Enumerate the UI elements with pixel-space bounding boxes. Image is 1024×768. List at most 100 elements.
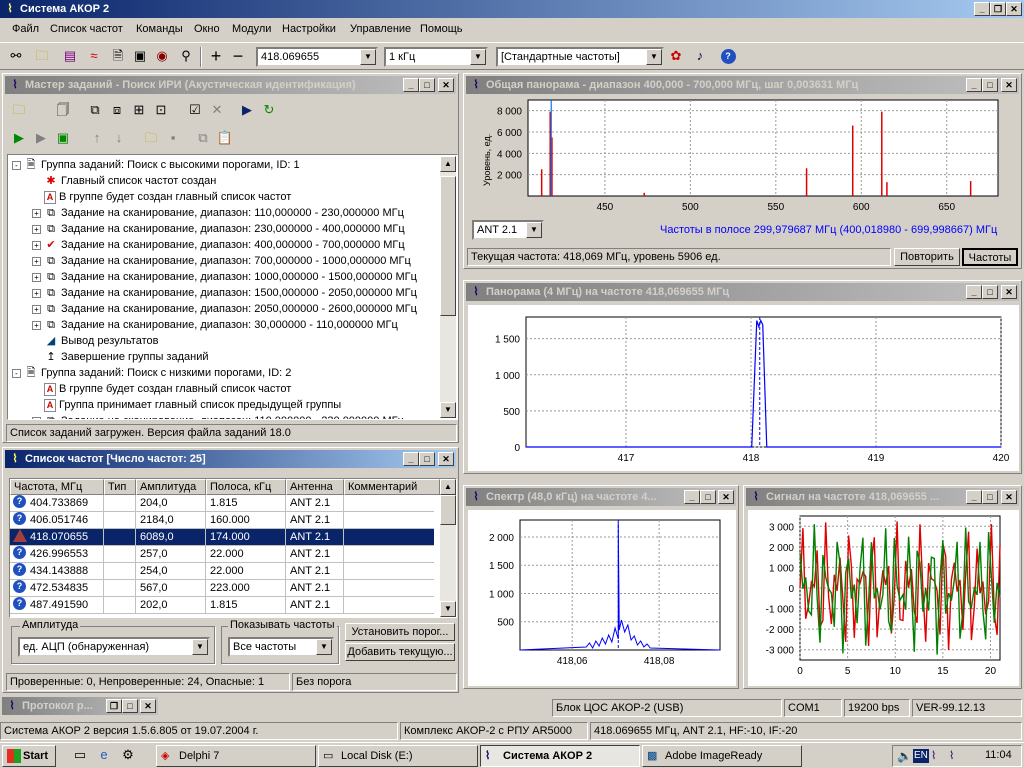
tree-item[interactable]: AВ группе будет создан главный список ча… xyxy=(32,189,291,205)
tray-app-icon[interactable]: ⌇ xyxy=(931,749,936,762)
pano4-chart[interactable]: 0 500 1 000 1 500 417 418 419 420 xyxy=(468,305,1019,471)
expand-icon[interactable]: + xyxy=(32,208,41,218)
table-row[interactable]: ? 487.491590 202,0 1.815 ANT 2.1 xyxy=(10,597,434,614)
scroll-up-button[interactable]: ▲ xyxy=(440,479,456,495)
tree-item[interactable]: + ⧉ Задание на сканирование, диапазон: 110… xyxy=(32,205,404,221)
tree-item[interactable]: ↥ Завершение группы заданий xyxy=(32,349,208,365)
tree-item[interactable]: + ⧉ Задание на сканирование, диапазон: 100… xyxy=(32,269,417,285)
properties-icon[interactable]: ☑ xyxy=(185,100,205,120)
minimize-button[interactable]: _ xyxy=(974,2,990,16)
spectrum-chart[interactable]: 500 1 000 1 500 2 000 418,06 418,08 xyxy=(468,510,736,686)
maximize-button[interactable]: □ xyxy=(419,78,435,92)
amp-combo[interactable]: ед. АЦП (обнаруженная) ▼ xyxy=(18,637,210,657)
monitor-icon[interactable]: ▣ xyxy=(130,46,150,66)
grid-scrollbar[interactable]: ▲ ▼ xyxy=(440,479,456,617)
taskbar-local-disk[interactable]: ▭ Local Disk (E:) xyxy=(318,745,478,767)
tree-item[interactable]: + ⧉ Задание на сканирование, диапазон: 700… xyxy=(32,253,411,269)
frequency-combo[interactable]: 418.069655 ▼ xyxy=(256,47,378,67)
tree-item[interactable]: + ⧉ Задание на сканирование, диапазон: 150… xyxy=(32,285,417,301)
app-shortcut-icon[interactable]: ⚙ xyxy=(118,745,138,765)
tree-item[interactable]: AВ группе будет создан главный список ча… xyxy=(32,381,291,397)
chevron-down-icon[interactable]: ▼ xyxy=(526,222,542,238)
step-icon[interactable]: ▶ xyxy=(31,128,51,148)
tree-icon[interactable]: ⧈ xyxy=(107,100,127,120)
help-icon[interactable]: ? xyxy=(718,46,738,66)
tree-item[interactable]: + ✔ Задание на сканирование, диапазон: 400… xyxy=(32,237,405,253)
expand-icon[interactable]: + xyxy=(32,224,41,234)
freq-set-combo[interactable]: [Стандартные частоты] ▼ xyxy=(496,47,664,67)
volume-icon[interactable]: 🔈 xyxy=(897,749,912,763)
grid-column-header[interactable]: Амплитуда xyxy=(136,479,206,495)
minimize-button[interactable]: _ xyxy=(403,452,419,466)
browser-icon[interactable]: e xyxy=(94,745,114,765)
document-icon[interactable]: 🗎 xyxy=(108,46,128,66)
menu-item[interactable]: Команды xyxy=(136,23,183,35)
expand-icon[interactable]: + xyxy=(32,320,41,330)
scroll-down-button[interactable]: ▼ xyxy=(440,402,456,418)
table-row[interactable]: ? 472.534835 567,0 223.000 ANT 2.1 xyxy=(10,580,434,597)
arrow-down-icon[interactable]: ↓ xyxy=(109,128,129,148)
grid-column-header[interactable]: Полоса, кГц xyxy=(206,479,286,495)
grid-column-header[interactable]: Антенна xyxy=(286,479,344,495)
grid-column-header[interactable]: Комментарий xyxy=(344,479,440,495)
connect-icon[interactable]: ⚯ xyxy=(6,46,26,66)
plus-icon[interactable]: + xyxy=(206,46,226,66)
scroll-thumb[interactable] xyxy=(440,495,456,525)
antenna-combo[interactable]: ANT 2.1 ▼ xyxy=(472,220,544,240)
tree-item[interactable]: ✱ Главный список частот создан xyxy=(32,173,216,189)
chevron-down-icon[interactable]: ▼ xyxy=(470,49,486,65)
table-row[interactable]: ? 426.996553 257,0 22.000 ANT 2.1 xyxy=(10,546,434,563)
group-icon[interactable]: ⧉ xyxy=(85,100,105,120)
open-icon[interactable]: 🗀 xyxy=(141,128,161,148)
chevron-down-icon[interactable]: ▼ xyxy=(360,49,376,65)
close-button[interactable]: ✕ xyxy=(718,490,734,504)
play-doc-icon[interactable]: ▣ xyxy=(53,128,73,148)
restore-button[interactable]: ❐ xyxy=(990,2,1006,16)
paste-icon[interactable]: 📋 xyxy=(215,128,235,148)
analyze-icon[interactable]: ◉ xyxy=(152,46,172,66)
grid-column-header[interactable]: Тип xyxy=(104,479,136,495)
tree-item[interactable]: + ⧉ Задание на сканирование, диапазон: 30,… xyxy=(32,317,398,333)
minimize-button[interactable]: _ xyxy=(966,490,982,504)
play-icon[interactable]: ▶ xyxy=(9,128,29,148)
acoustic-icon[interactable]: ♪ xyxy=(690,46,710,66)
tray-app2-icon[interactable]: ⌇ xyxy=(949,749,954,762)
grid-column-header[interactable]: Частота, МГц xyxy=(10,479,104,495)
new-task-icon[interactable]: 🗀 xyxy=(9,100,29,120)
delete-icon[interactable]: ✕ xyxy=(207,100,227,120)
close-button[interactable]: ✕ xyxy=(438,452,454,466)
maximize-button[interactable]: □ xyxy=(982,78,998,92)
set-threshold-button[interactable]: Установить порог... xyxy=(345,623,455,641)
menu-item[interactable]: Окно xyxy=(194,23,220,35)
close-button[interactable]: ✕ xyxy=(1001,78,1017,92)
step-combo[interactable]: 1 кГц ▼ xyxy=(384,47,488,67)
open-folder-icon[interactable]: 🗀 xyxy=(32,46,52,66)
minimize-button[interactable]: _ xyxy=(403,78,419,92)
tree-item[interactable]: + ⧉ Задание на сканирование, диапазон: 230… xyxy=(32,221,405,237)
maximize-button[interactable]: □ xyxy=(700,490,716,504)
expand-icon[interactable]: + xyxy=(32,256,41,266)
edit-node-icon[interactable]: ⊡ xyxy=(151,100,171,120)
save-icon[interactable]: ▪ xyxy=(163,128,183,148)
tree-item[interactable]: + ⧉ Задание на сканирование, диапазон: 205… xyxy=(32,301,417,317)
tree-item[interactable]: A Группа принимает главный список предыду… xyxy=(32,397,341,413)
close-button[interactable]: ✕ xyxy=(1006,2,1022,16)
expand-icon[interactable]: + xyxy=(32,240,41,250)
restore-button[interactable]: ❐ xyxy=(106,699,122,713)
arrow-up-icon[interactable]: ↑ xyxy=(87,128,107,148)
expand-icon[interactable]: + xyxy=(32,416,41,419)
table-row[interactable]: 418.070655 6089,0 174.000 ANT 2.1 xyxy=(10,529,434,546)
taskbar-akor[interactable]: ⌇ Система АКОР 2 xyxy=(480,745,640,767)
maximize-button[interactable]: □ xyxy=(982,285,998,299)
tree-item[interactable]: ◢ Вывод результатов xyxy=(32,333,159,349)
minimize-button[interactable]: _ xyxy=(966,78,982,92)
maximize-button[interactable]: □ xyxy=(122,699,138,713)
collapse-icon[interactable]: - xyxy=(12,160,21,170)
close-button[interactable]: ✕ xyxy=(1001,490,1017,504)
maximize-button[interactable]: □ xyxy=(982,490,998,504)
language-indicator[interactable]: EN xyxy=(913,749,929,763)
start-button[interactable]: Start xyxy=(2,745,56,767)
node-icon[interactable]: ⊞ xyxy=(129,100,149,120)
tree-scrollbar[interactable]: ▲ ▼ xyxy=(440,156,456,418)
expand-icon[interactable]: + xyxy=(32,272,41,282)
